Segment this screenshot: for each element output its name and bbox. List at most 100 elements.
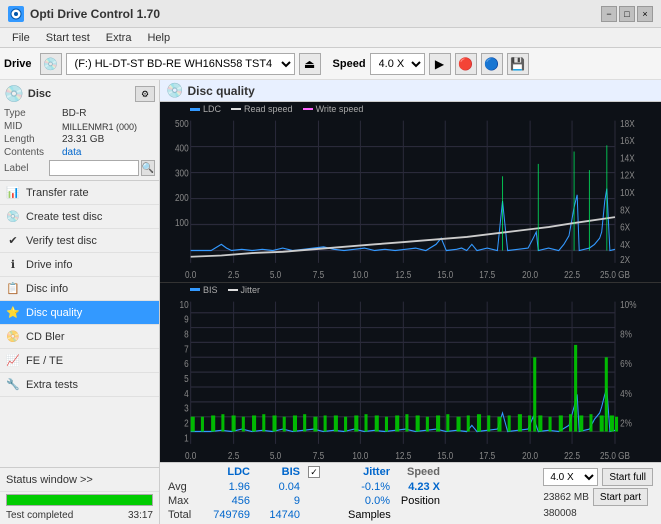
verify-test-disc-label: Verify test disc — [26, 235, 97, 247]
chart2-svg: 10 9 8 7 6 5 4 3 2 1 10% 8% 6% 4% 2% — [160, 283, 661, 463]
app-icon — [8, 6, 24, 22]
start-full-button[interactable]: Start full — [602, 468, 653, 486]
status-window-btn[interactable]: Status window >> — [0, 468, 159, 492]
sidebar-item-fe-te[interactable]: 📈 FE / TE — [0, 349, 159, 373]
label-input[interactable] — [49, 160, 139, 176]
drive-icon-btn[interactable]: 💿 — [40, 53, 62, 75]
svg-text:9: 9 — [184, 313, 189, 324]
svg-text:25.0 GB: 25.0 GB — [600, 269, 630, 280]
svg-text:2.5: 2.5 — [228, 269, 239, 280]
speed-apply-btn[interactable]: ▶ — [429, 53, 451, 75]
legend-jitter: Jitter — [228, 285, 261, 295]
svg-text:17.5: 17.5 — [479, 450, 495, 461]
toolbar: Drive 💿 (F:) HL-DT-ST BD-RE WH16NS58 TST… — [0, 48, 661, 80]
type-value: BD-R — [62, 108, 86, 119]
status-time: 33:17 — [128, 510, 153, 521]
svg-text:200: 200 — [175, 192, 189, 203]
sidebar-item-extra-tests[interactable]: 🔧 Extra tests — [0, 373, 159, 397]
svg-text:12.5: 12.5 — [395, 450, 411, 461]
menu-extra[interactable]: Extra — [98, 30, 140, 46]
label-btn[interactable]: 🔍 — [141, 160, 155, 176]
jitter-legend-color — [228, 289, 238, 291]
svg-text:500: 500 — [175, 118, 189, 129]
svg-text:14X: 14X — [620, 153, 635, 164]
svg-text:4X: 4X — [620, 239, 630, 250]
status-section: Status window >> Test completed 33:17 — [0, 467, 159, 524]
btn1[interactable]: 🔴 — [455, 53, 477, 75]
disc-options-btn[interactable]: ⚙ — [135, 86, 155, 102]
fe-te-icon: 📈 — [6, 354, 20, 368]
drive-info-label: Drive info — [26, 259, 72, 271]
speed-select-stats[interactable]: 4.0 X 2.0 X — [543, 468, 598, 486]
disc-quality-header: 💿 Disc quality — [160, 80, 661, 102]
content-area: 💿 Disc quality LDC Read speed — [160, 80, 661, 524]
menu-bar: File Start test Extra Help — [0, 28, 661, 48]
svg-text:10: 10 — [180, 299, 189, 310]
svg-text:4: 4 — [184, 388, 189, 399]
svg-text:16X: 16X — [620, 135, 635, 146]
close-button[interactable]: × — [637, 6, 653, 22]
transfer-rate-label: Transfer rate — [26, 187, 89, 199]
sidebar-item-create-test-disc[interactable]: 💿 Create test disc — [0, 205, 159, 229]
sidebar-item-verify-test-disc[interactable]: ✔ Verify test disc — [0, 229, 159, 253]
bis-legend-label: BIS — [203, 285, 218, 295]
eject-button[interactable]: ⏏ — [299, 53, 321, 75]
svg-text:2.5: 2.5 — [228, 450, 239, 461]
svg-text:0.0: 0.0 — [185, 269, 196, 280]
speed-label: Speed — [333, 58, 366, 70]
total-bis: 14740 — [254, 508, 304, 522]
sidebar-item-transfer-rate[interactable]: 📊 Transfer rate — [0, 181, 159, 205]
speed-select[interactable]: 4.0 X 2.0 X 1.0 X — [370, 53, 425, 75]
disc-section-label: Disc — [28, 88, 51, 100]
write-speed-legend-label: Write speed — [316, 104, 364, 114]
svg-text:22.5: 22.5 — [564, 269, 580, 280]
speed-row: 4.0 X 2.0 X Start full — [543, 468, 653, 486]
status-completed-text: Test completed — [6, 510, 73, 521]
samples-label: Samples — [344, 508, 394, 522]
svg-text:0.0: 0.0 — [185, 450, 196, 461]
start-part-button[interactable]: Start part — [593, 488, 648, 506]
svg-text:12X: 12X — [620, 170, 635, 181]
sidebar-item-disc-info[interactable]: 📋 Disc info — [0, 277, 159, 301]
btn2[interactable]: 🔵 — [481, 53, 503, 75]
ldc-legend-label: LDC — [203, 104, 221, 114]
svg-text:10X: 10X — [620, 187, 635, 198]
sidebar-item-disc-quality[interactable]: ⭐ Disc quality — [0, 301, 159, 325]
mid-value: MILLENMR1 (000) — [62, 122, 137, 132]
disc-quality-label: Disc quality — [26, 307, 82, 319]
disc-panel: 💿 Disc ⚙ Type BD-R MID MILLENMR1 (000) L… — [0, 80, 159, 181]
svg-text:1: 1 — [184, 432, 189, 443]
save-button[interactable]: 💾 — [507, 53, 529, 75]
contents-value: data — [62, 147, 81, 158]
title-bar: Opti Drive Control 1.70 − □ × — [0, 0, 661, 28]
checkbox-cell[interactable]: ✓ — [304, 465, 344, 479]
avg-label: Avg — [164, 480, 204, 494]
svg-text:20.0: 20.0 — [522, 269, 538, 280]
bis-header: BIS — [254, 465, 304, 479]
svg-text:15.0: 15.0 — [437, 269, 453, 280]
create-test-disc-icon: 💿 — [6, 210, 20, 224]
avg-empty — [304, 480, 344, 494]
svg-text:4%: 4% — [620, 388, 632, 399]
avg-bis: 0.04 — [254, 480, 304, 494]
max-ldc: 456 — [204, 494, 254, 508]
mid-label: MID — [4, 121, 62, 132]
legend-bis: BIS — [190, 285, 218, 295]
cd-bler-icon: 📀 — [6, 330, 20, 344]
drive-select[interactable]: (F:) HL-DT-ST BD-RE WH16NS58 TST4 — [66, 53, 295, 75]
menu-help[interactable]: Help — [139, 30, 178, 46]
svg-text:12.5: 12.5 — [395, 269, 411, 280]
sidebar: 💿 Disc ⚙ Type BD-R MID MILLENMR1 (000) L… — [0, 80, 160, 524]
menu-file[interactable]: File — [4, 30, 38, 46]
sidebar-item-drive-info[interactable]: ℹ Drive info — [0, 253, 159, 277]
type-label: Type — [4, 108, 62, 119]
legend-read-speed: Read speed — [231, 104, 293, 114]
maximize-button[interactable]: □ — [619, 6, 635, 22]
menu-start-test[interactable]: Start test — [38, 30, 98, 46]
minimize-button[interactable]: − — [601, 6, 617, 22]
jitter-checkbox[interactable]: ✓ — [308, 466, 320, 478]
sidebar-item-cd-bler[interactable]: 📀 CD Bler — [0, 325, 159, 349]
svg-text:2X: 2X — [620, 254, 630, 265]
speed-stats-header: Speed — [394, 465, 444, 479]
length-value: 23.31 GB — [62, 134, 104, 145]
